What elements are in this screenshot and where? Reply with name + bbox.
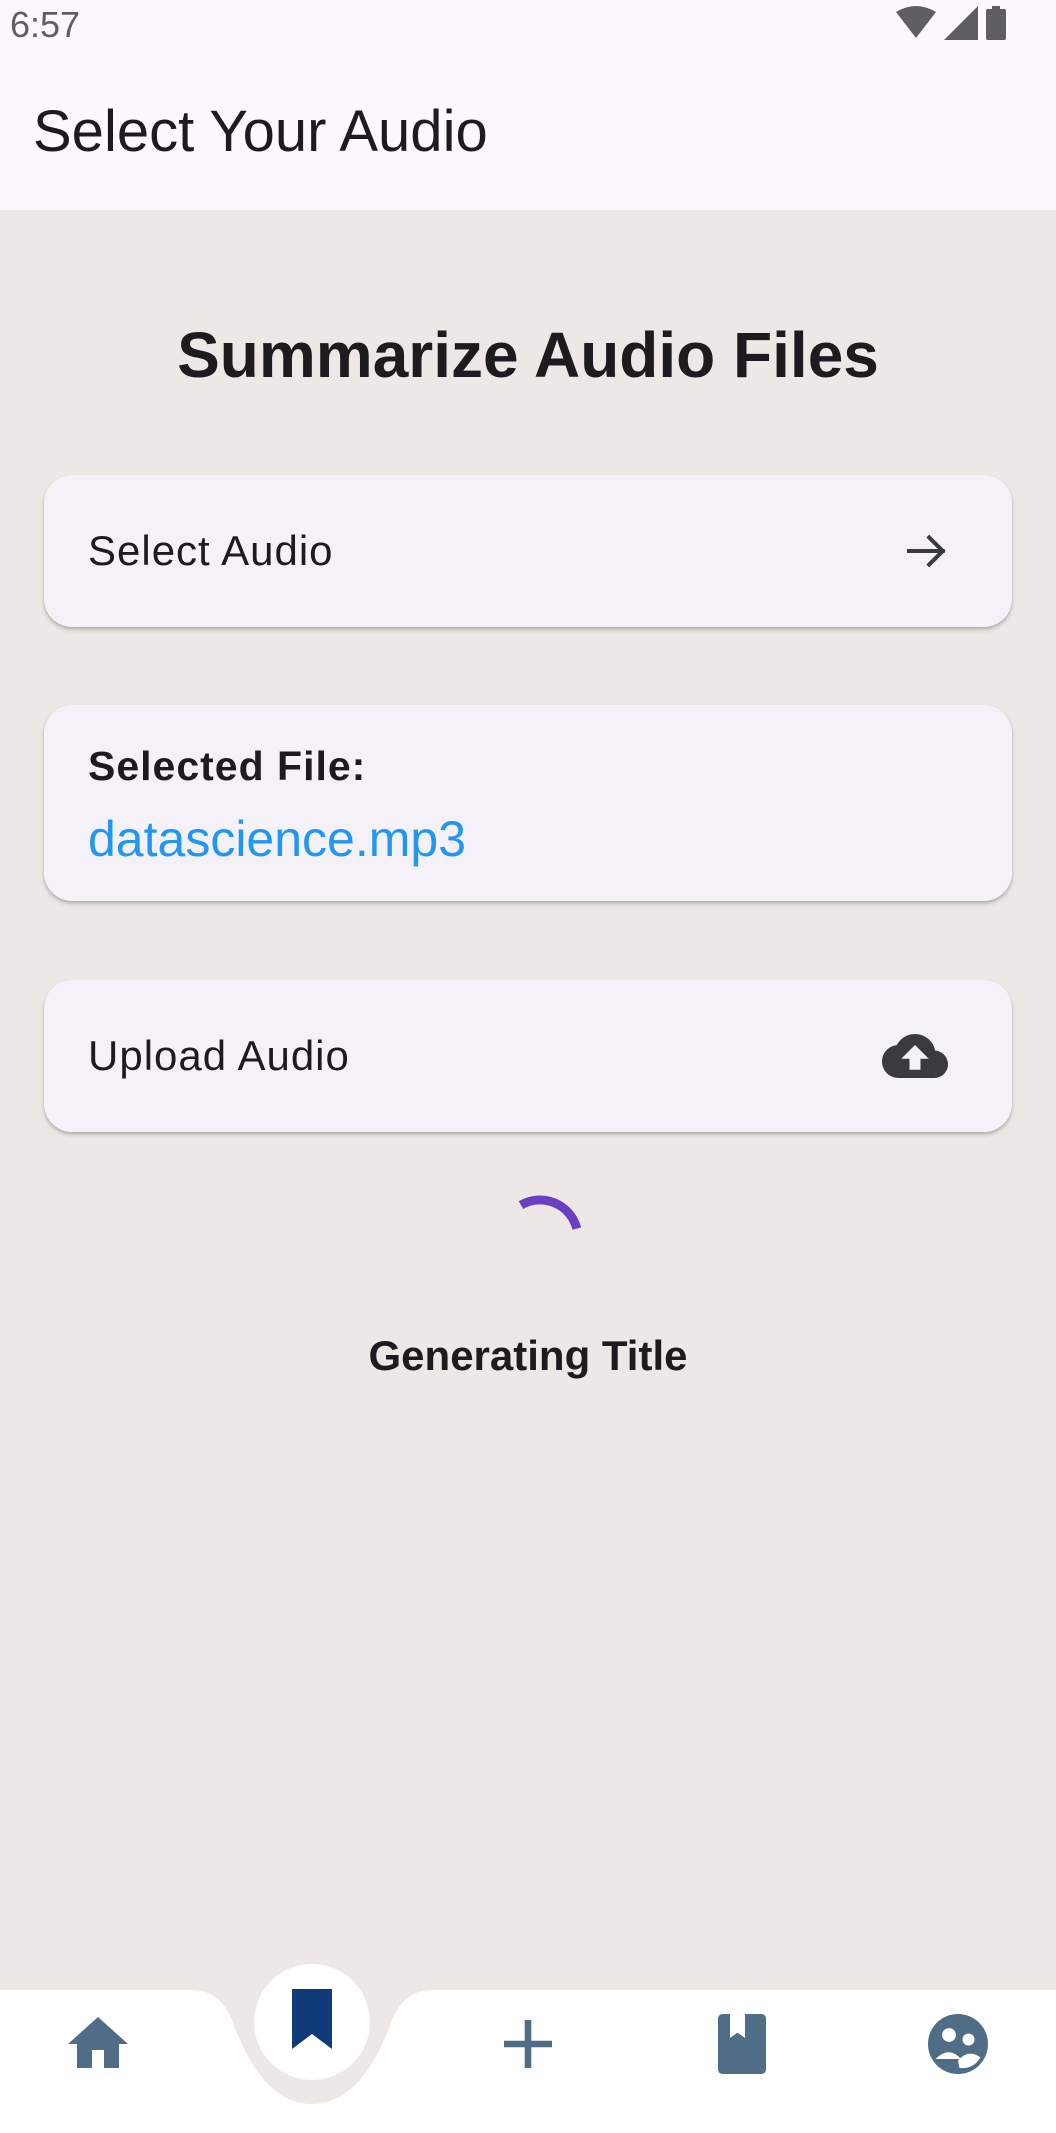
- upload-audio-label: Upload Audio: [88, 1032, 350, 1079]
- community-icon[interactable]: [922, 2008, 994, 2080]
- page-heading: Summarize Audio Files: [177, 319, 879, 391]
- wifi-icon: [896, 6, 936, 38]
- selected-file-name: datascience.mp3: [88, 811, 467, 867]
- bookmark-icon: [292, 1989, 332, 2049]
- home-icon[interactable]: [62, 2008, 134, 2080]
- loading-spinner: [497, 1195, 583, 1281]
- status-time: 6:57: [10, 4, 81, 45]
- status-bar: 6:57: [0, 0, 1056, 50]
- battery-icon: [986, 6, 1006, 40]
- select-audio-button[interactable]: Select Audio: [44, 475, 1012, 627]
- bottom-navigation: [0, 1960, 1056, 2133]
- book-icon[interactable]: [706, 2008, 778, 2080]
- cloud-upload-icon: [882, 1034, 948, 1078]
- add-icon[interactable]: [492, 2008, 564, 2080]
- progress-text: Generating Title: [368, 1332, 688, 1379]
- select-audio-label: Select Audio: [88, 527, 334, 574]
- app-title: Select Your Audio: [33, 99, 488, 164]
- app-bar: Select Your Audio: [0, 50, 1056, 210]
- arrow-right-icon: [906, 534, 946, 568]
- selected-file-card: Selected File: datascience.mp3: [44, 705, 1012, 901]
- upload-audio-button[interactable]: Upload Audio: [44, 980, 1012, 1132]
- signal-icon: [944, 6, 978, 40]
- selected-file-title: Selected File:: [88, 743, 367, 789]
- status-icons: [896, 6, 1006, 40]
- nav-bookmark-button[interactable]: [254, 1964, 370, 2080]
